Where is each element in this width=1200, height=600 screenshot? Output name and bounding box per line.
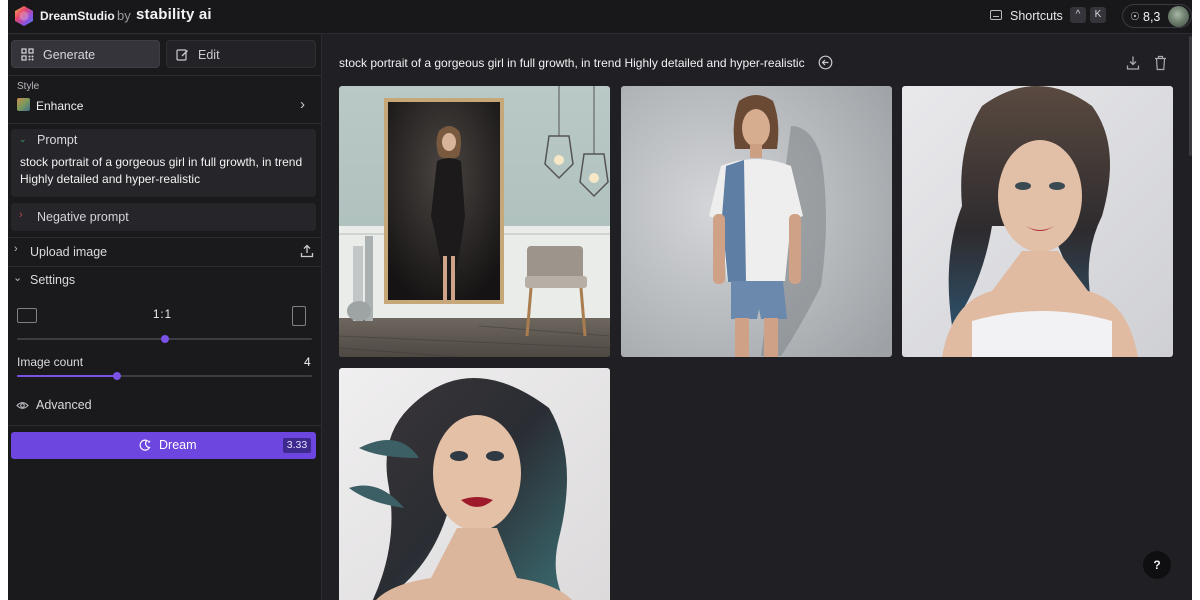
aspect-ratio-slider-handle[interactable] — [160, 335, 169, 343]
divider — [8, 266, 322, 267]
dream-button-label: Dream — [159, 438, 197, 452]
tab-generate[interactable]: Generate — [11, 40, 160, 68]
negative-prompt-section[interactable]: › Negative prompt — [11, 203, 316, 231]
image-count-slider[interactable] — [17, 372, 312, 380]
generation-prompt-title: stock portrait of a gorgeous girl in ful… — [339, 56, 805, 70]
trash-icon[interactable] — [1154, 55, 1167, 71]
dreamstudio-logo-icon[interactable] — [13, 5, 35, 27]
avatar[interactable] — [1168, 6, 1189, 27]
prompt-input[interactable]: stock portrait of a gorgeous girl in ful… — [20, 154, 314, 188]
advanced-toggle[interactable]: Advanced — [36, 398, 92, 412]
landscape-aspect-icon[interactable] — [17, 308, 37, 323]
negative-prompt-title: Negative prompt — [37, 210, 129, 224]
moon-sparkle-icon — [139, 439, 151, 451]
divider — [8, 425, 322, 426]
portrait-aspect-icon[interactable] — [292, 306, 306, 326]
image-count-slider-fill — [17, 375, 118, 377]
keyboard-icon[interactable] — [990, 10, 1002, 20]
image-2-render — [621, 86, 892, 357]
divider — [8, 75, 322, 76]
brand-by: by — [117, 8, 131, 23]
sidebar: Generate Edit Style Enhance › ⌄ Prompt s… — [8, 35, 322, 600]
generated-image-2[interactable] — [621, 86, 892, 357]
settings-label[interactable]: Settings — [30, 273, 75, 287]
help-button[interactable]: ? — [1143, 551, 1171, 579]
generated-image-1[interactable] — [339, 86, 610, 357]
tab-generate-label: Generate — [43, 48, 96, 62]
dream-button[interactable]: Dream 3.33 — [11, 432, 316, 459]
chevron-right-icon[interactable]: › — [14, 243, 18, 255]
image-count-label: Image count — [17, 355, 84, 369]
chevron-right-icon: › — [19, 209, 23, 221]
download-icon[interactable] — [1126, 55, 1140, 71]
upload-image-label[interactable]: Upload image — [30, 245, 107, 259]
tab-edit[interactable]: Edit — [166, 40, 316, 68]
shortcuts-button[interactable]: Shortcuts — [1010, 9, 1063, 23]
dream-cost-badge: 3.33 — [283, 438, 311, 453]
style-label: Style — [17, 81, 40, 92]
app-name: DreamStudio — [40, 9, 115, 23]
upload-icon[interactable] — [300, 244, 314, 258]
aspect-ratio-slider[interactable] — [17, 335, 312, 343]
eye-icon — [16, 402, 29, 409]
edit-icon — [176, 49, 188, 61]
generated-image-3[interactable] — [902, 86, 1173, 357]
credits-value: 8,3 — [1143, 10, 1161, 24]
style-thumbnail — [17, 98, 30, 111]
shortcut-key-k: K — [1090, 7, 1106, 23]
credits-icon: ☉ — [1130, 11, 1140, 23]
image-count-slider-handle[interactable] — [113, 372, 122, 380]
app-window: DreamStudio by stability ai Shortcuts ^ … — [8, 0, 1192, 600]
grid-icon — [21, 48, 34, 61]
credits-badge[interactable]: ☉ 8,3 — [1122, 4, 1192, 28]
shortcut-key-ctrl: ^ — [1070, 7, 1086, 23]
image-4-render — [339, 368, 610, 600]
company-name: stability ai — [136, 6, 212, 23]
scrollbar[interactable] — [1189, 36, 1192, 156]
reuse-prompt-icon[interactable] — [818, 55, 833, 70]
prompt-section: ⌄ Prompt stock portrait of a gorgeous gi… — [11, 129, 316, 197]
image-3-render — [902, 86, 1173, 357]
top-bar: DreamStudio by stability ai Shortcuts ^ … — [8, 0, 1192, 34]
style-select[interactable]: Enhance — [36, 99, 83, 113]
aspect-ratio-value: 1:1 — [153, 309, 172, 321]
generated-image-4[interactable] — [339, 368, 610, 600]
image-1-render — [339, 86, 610, 357]
chevron-right-icon[interactable]: › — [300, 96, 305, 113]
prompt-title[interactable]: Prompt — [37, 133, 77, 147]
divider — [8, 123, 322, 124]
tab-edit-label: Edit — [198, 48, 220, 62]
image-count-value: 4 — [304, 355, 311, 369]
chevron-down-icon[interactable]: ⌄ — [13, 271, 22, 284]
chevron-down-icon[interactable]: ⌄ — [19, 134, 27, 145]
divider — [8, 237, 322, 238]
